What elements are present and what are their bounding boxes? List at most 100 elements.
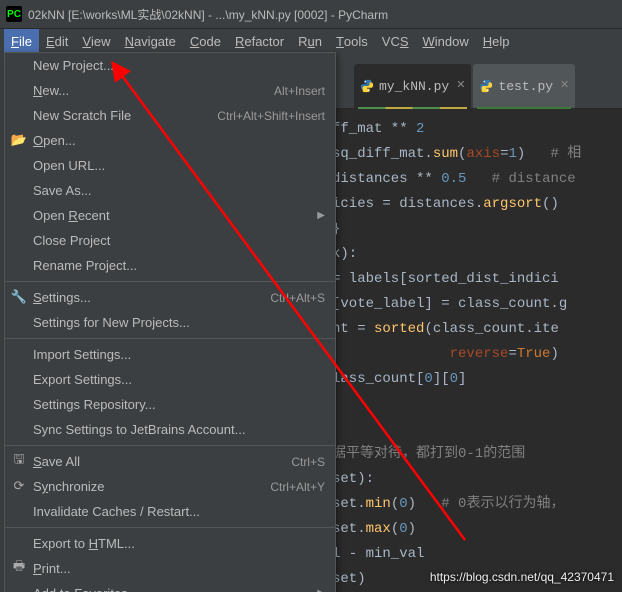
- menu-item[interactable]: Open URL...: [5, 153, 335, 178]
- code-line: icies = distances.argsort(): [332, 192, 622, 217]
- menu-item[interactable]: 🖫 Save AllCtrl+S: [5, 449, 335, 474]
- menu-item[interactable]: Save As...: [5, 178, 335, 203]
- titlebar: PC 02kNN [E:\works\ML实战\02kNN] - ...\my_…: [0, 0, 622, 29]
- close-tab-icon[interactable]: ✕: [560, 74, 569, 99]
- menu-item[interactable]: Rename Project...: [5, 253, 335, 278]
- watermark: https://blog.csdn.net/qq_42370471: [430, 570, 614, 584]
- menubar-edit[interactable]: Edit: [39, 29, 75, 53]
- tab-label: my_kNN.py: [379, 74, 449, 99]
- menu-separator: [5, 527, 335, 528]
- code-line: [332, 417, 622, 442]
- menubar-view[interactable]: View: [75, 29, 117, 53]
- menu-item-label: Rename Project...: [33, 258, 325, 273]
- menu-item-label: New Scratch File: [33, 108, 217, 123]
- menubar-tools[interactable]: Tools: [329, 29, 375, 53]
- code-line: set.min(0) # 0表示以行为轴，: [332, 492, 622, 517]
- python-file-icon: [360, 79, 374, 93]
- code-line: [vote_label] = class_count.g: [332, 292, 622, 317]
- sync-icon: ⟳: [11, 478, 27, 494]
- menu-item-label: Save All: [33, 454, 291, 469]
- submenu-chevron-icon: ▶: [317, 210, 325, 221]
- code-line: distances ** 0.5 # distance: [332, 167, 622, 192]
- menu-item-label: Export to HTML...: [33, 536, 325, 551]
- menubar-refactor[interactable]: Refactor: [228, 29, 291, 53]
- menu-item-label: Invalidate Caches / Restart...: [33, 504, 325, 519]
- menu-item[interactable]: Add to Favorites ▶: [5, 581, 335, 592]
- menu-item-label: Save As...: [33, 183, 325, 198]
- tab-label: test.py: [498, 74, 553, 99]
- code-line: set.max(0): [332, 517, 622, 542]
- file-menu-dropdown: New Project...New...Alt+InsertNew Scratc…: [4, 52, 336, 592]
- menu-item-label: Settings Repository...: [33, 397, 325, 412]
- menu-item-label: Open Recent: [33, 208, 311, 223]
- submenu-chevron-icon: ▶: [317, 588, 325, 592]
- menubar-run[interactable]: Run: [291, 29, 329, 53]
- menu-item-label: Export Settings...: [33, 372, 325, 387]
- tab-testpy[interactable]: test.py ✕: [473, 64, 575, 108]
- code-line: reverse=True): [332, 342, 622, 367]
- menu-item[interactable]: Close Project: [5, 228, 335, 253]
- menu-item[interactable]: Settings Repository...: [5, 392, 335, 417]
- menu-shortcut: Alt+Insert: [274, 84, 325, 98]
- menu-item[interactable]: 🔧Settings...Ctrl+Alt+S: [5, 285, 335, 310]
- editor-tabs: my_kNN.py ✕ test.py ✕: [332, 52, 622, 109]
- code-line: 据平等对待，都打到0-1的范围: [332, 442, 622, 467]
- menubar-vcs[interactable]: VCS: [375, 29, 416, 53]
- menu-item-label: Settings for New Projects...: [33, 315, 325, 330]
- menu-item-label: Import Settings...: [33, 347, 325, 362]
- menu-item[interactable]: Open Recent ▶: [5, 203, 335, 228]
- menu-item-label: Synchronize: [33, 479, 270, 494]
- python-file-icon: [479, 79, 493, 93]
- menubar: FileEditViewNavigateCodeRefactorRunTools…: [0, 29, 622, 53]
- menu-separator: [5, 281, 335, 282]
- code-line: set):: [332, 467, 622, 492]
- menu-item[interactable]: New Project...: [5, 53, 335, 78]
- menu-item-label: New Project...: [33, 58, 325, 73]
- window-title: 02kNN [E:\works\ML实战\02kNN] - ...\my_kNN…: [28, 6, 388, 23]
- menu-item-label: Print...: [33, 561, 325, 576]
- editor-area: my_kNN.py ✕ test.py ✕ ff_mat ** 2sq_diff_ma…: [332, 52, 622, 592]
- menu-item-label: Settings...: [33, 290, 270, 305]
- menu-shortcut: Ctrl+S: [291, 455, 325, 469]
- print-icon: 🖶: [11, 560, 27, 576]
- menu-shortcut: Ctrl+Alt+Shift+Insert: [217, 109, 325, 123]
- menu-item-label: Open URL...: [33, 158, 325, 173]
- code-line: k):: [332, 242, 622, 267]
- menu-item-label: Close Project: [33, 233, 325, 248]
- code-line: nt = sorted(class_count.ite: [332, 317, 622, 342]
- menubar-file[interactable]: File: [4, 29, 39, 53]
- menu-separator: [5, 338, 335, 339]
- code-line: l - min_val: [332, 542, 622, 567]
- menu-item-label: Add to Favorites: [33, 586, 311, 592]
- menu-item[interactable]: Invalidate Caches / Restart...: [5, 499, 335, 524]
- menu-item[interactable]: 🖶 Print...: [5, 556, 335, 581]
- pycharm-logo-icon: PC: [6, 6, 22, 22]
- open-icon: 📂: [11, 132, 27, 148]
- menu-item[interactable]: New Scratch FileCtrl+Alt+Shift+Insert: [5, 103, 335, 128]
- code-area[interactable]: ff_mat ** 2sq_diff_mat.sum(axis=1) # 相di…: [332, 109, 622, 592]
- tab-my_kNNpy[interactable]: my_kNN.py ✕: [354, 64, 471, 108]
- close-tab-icon[interactable]: ✕: [456, 74, 465, 99]
- code-line: [332, 392, 622, 417]
- menu-item[interactable]: 📂 Open...: [5, 128, 335, 153]
- menu-item[interactable]: Settings for New Projects...: [5, 310, 335, 335]
- menu-item[interactable]: ⟳ SynchronizeCtrl+Alt+Y: [5, 474, 335, 499]
- code-line: sq_diff_mat.sum(axis=1) # 相: [332, 142, 622, 167]
- menu-item[interactable]: Export to HTML...: [5, 531, 335, 556]
- code-line: lass_count[0][0]: [332, 367, 622, 392]
- menubar-help[interactable]: Help: [476, 29, 517, 53]
- menubar-code[interactable]: Code: [183, 29, 228, 53]
- menu-item[interactable]: Export Settings...: [5, 367, 335, 392]
- menu-item[interactable]: New...Alt+Insert: [5, 78, 335, 103]
- menu-shortcut: Ctrl+Alt+Y: [270, 480, 325, 494]
- menubar-navigate[interactable]: Navigate: [118, 29, 183, 53]
- wrench-icon: 🔧: [11, 289, 27, 305]
- save-icon: 🖫: [11, 453, 27, 469]
- menu-item[interactable]: Sync Settings to JetBrains Account...: [5, 417, 335, 442]
- menu-item[interactable]: Import Settings...: [5, 342, 335, 367]
- menubar-window[interactable]: Window: [416, 29, 476, 53]
- menu-item-label: Open...: [33, 133, 325, 148]
- code-line: ff_mat ** 2: [332, 117, 622, 142]
- menu-item-label: New...: [33, 83, 274, 98]
- code-line: = labels[sorted_dist_indici: [332, 267, 622, 292]
